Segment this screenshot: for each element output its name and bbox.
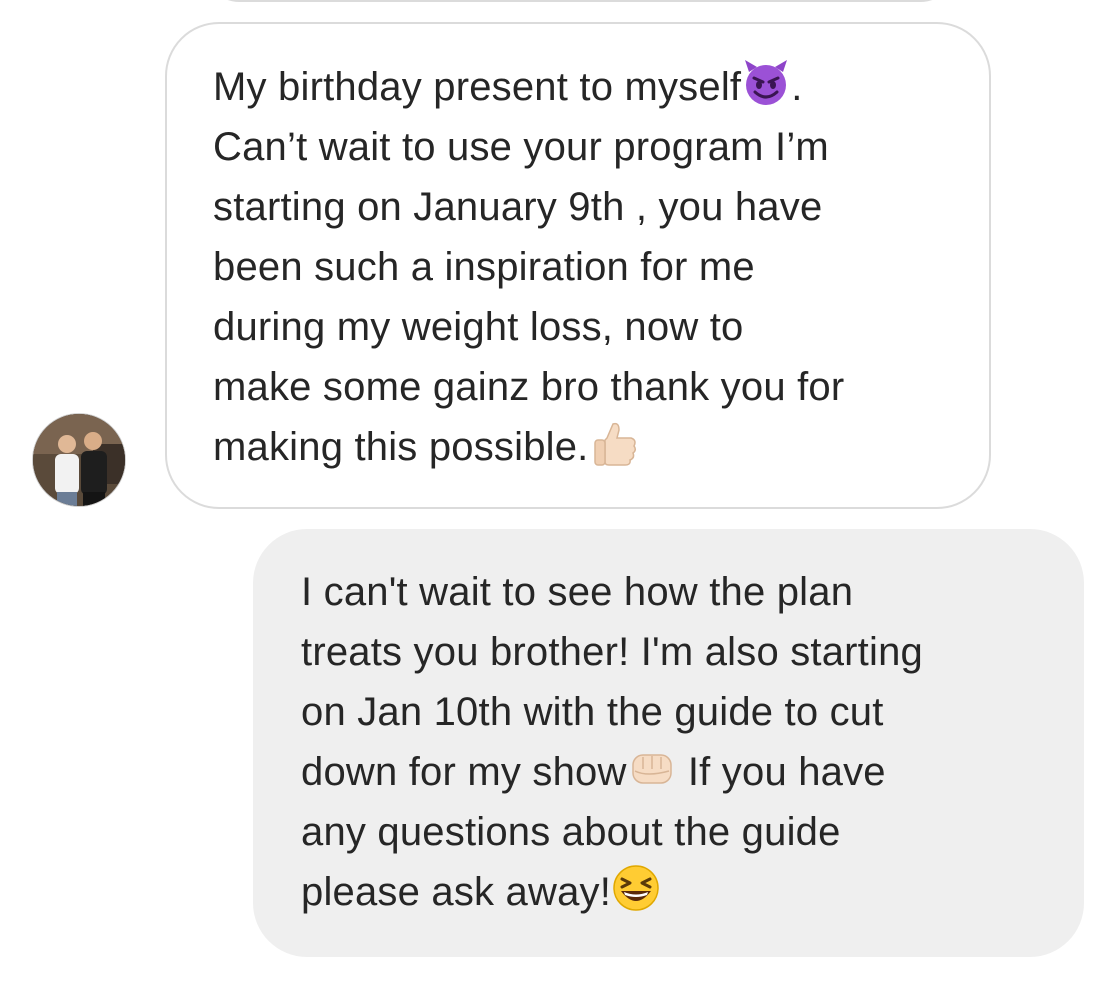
message-line: treats you brother! I'm also starting xyxy=(301,630,923,674)
grinning-squinting-face-icon xyxy=(611,863,661,913)
message-line: down for my show If you have xyxy=(301,742,1064,802)
message-line: starting on January 9th , you have xyxy=(213,185,823,229)
message-line: been such a inspiration for me xyxy=(213,245,755,289)
message-line: make some gainz bro thank you for xyxy=(213,365,845,409)
message-line: My birthday present to myself . xyxy=(213,57,969,117)
message-line: any questions about the guide xyxy=(301,810,841,854)
message-text: My birthday present to myself xyxy=(213,65,742,109)
incoming-message-bubble[interactable]: My birthday present to myself . Can’t wa… xyxy=(165,22,991,509)
message-line: please ask away! xyxy=(301,862,1064,922)
message-text: making this possible. xyxy=(213,425,589,469)
message-line: during my weight loss, now to xyxy=(213,305,744,349)
message-text: If you have xyxy=(676,750,886,794)
message-line: Can’t wait to use your program I’m xyxy=(213,125,829,169)
message-text: . xyxy=(791,65,803,109)
message-line: I can't wait to see how the plan xyxy=(301,570,854,614)
message-text: down for my show xyxy=(301,750,627,794)
thumbs-up-icon xyxy=(589,418,639,468)
smiling-imp-icon xyxy=(741,58,791,108)
oncoming-fist-icon xyxy=(627,743,677,793)
previous-message-bubble-edge xyxy=(200,0,960,2)
message-line: making this possible. xyxy=(213,417,969,477)
message-line: on Jan 10th with the guide to cut xyxy=(301,690,884,734)
message-text: please ask away! xyxy=(301,870,612,914)
sender-avatar[interactable] xyxy=(32,413,126,507)
outgoing-message-bubble[interactable]: I can't wait to see how the plan treats … xyxy=(253,529,1084,957)
